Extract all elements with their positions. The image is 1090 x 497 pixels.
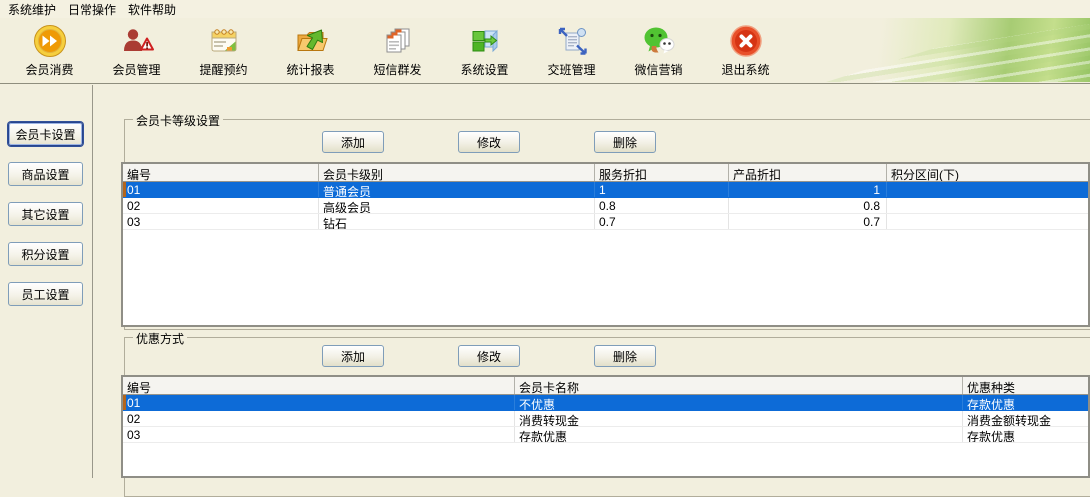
red-close-circle-icon bbox=[729, 24, 763, 58]
folder-green-arrow-icon bbox=[294, 24, 328, 58]
table-row[interactable]: 01不优惠存款优惠 bbox=[123, 395, 1088, 411]
table-cell: 高级会员 bbox=[319, 198, 595, 213]
table-cell: 0.8 bbox=[595, 198, 729, 213]
toolbar-item-label: 系统设置 bbox=[460, 61, 508, 78]
column-header[interactable]: 积分区间(下) bbox=[887, 164, 1088, 181]
table-cell: 02 bbox=[123, 198, 319, 213]
discount-modify-button[interactable]: 修改 bbox=[458, 345, 520, 367]
menu-item-system-maintenance[interactable]: 系统维护 bbox=[2, 0, 62, 19]
table-cell bbox=[887, 182, 1088, 197]
toolbar: 会员消费 会员管理 提醒预约 统计报表 短信群发 系统设置 交班管理 微信营销 退出系统 bbox=[0, 18, 1090, 84]
wechat-bubbles-icon bbox=[642, 24, 676, 58]
level-add-button[interactable]: 添加 bbox=[322, 131, 384, 153]
table-cell: 消费金额转现金 bbox=[963, 411, 1088, 426]
discount-method-table: 编号会员卡名称优惠种类01不优惠存款优惠02消费转现金消费金额转现金03存款优惠… bbox=[121, 375, 1090, 478]
person-warning-icon bbox=[120, 24, 154, 58]
table-row[interactable]: 02高级会员0.80.8 bbox=[123, 198, 1088, 214]
table-cell: 钻石 bbox=[319, 214, 595, 229]
toolbar-item-label: 退出系统 bbox=[721, 61, 769, 78]
table-header-row: 编号会员卡名称优惠种类 bbox=[123, 377, 1088, 395]
menu-bar: 系统维护日常操作软件帮助 bbox=[0, 0, 1090, 18]
message-stack-icon bbox=[381, 24, 415, 58]
table-cell: 1 bbox=[729, 182, 887, 197]
table-cell: 消费转现金 bbox=[515, 411, 963, 426]
menu-item-daily-operation[interactable]: 日常操作 bbox=[62, 0, 122, 19]
toolbar-item-stats-report[interactable]: 统计报表 bbox=[267, 18, 354, 82]
toolbar-item-label: 微信营销 bbox=[634, 61, 682, 78]
sidebar-item-other-settings[interactable]: 其它设置 bbox=[8, 202, 83, 226]
member-card-level-table: 编号会员卡级别服务折扣产品折扣积分区间(下)01普通会员1102高级会员0.80… bbox=[121, 162, 1090, 327]
toolbar-item-label: 会员管理 bbox=[112, 61, 160, 78]
table-row[interactable]: 03存款优惠存款优惠 bbox=[123, 427, 1088, 443]
toolbar-item-label: 提醒预约 bbox=[199, 61, 247, 78]
sidebar-item-staff-settings[interactable]: 员工设置 bbox=[8, 282, 83, 306]
table-cell: 02 bbox=[123, 411, 515, 426]
toolbar-item-system-settings[interactable]: 系统设置 bbox=[441, 18, 528, 82]
toolbar-item-member-consume[interactable]: 会员消费 bbox=[6, 18, 93, 82]
table-cell: 0.7 bbox=[729, 214, 887, 229]
toolbar-item-exit-system[interactable]: 退出系统 bbox=[702, 18, 789, 82]
toolbar-item-label: 统计报表 bbox=[286, 61, 334, 78]
notepad-reminder-icon bbox=[207, 24, 241, 58]
table-cell: 01 bbox=[123, 395, 515, 410]
column-header[interactable]: 编号 bbox=[123, 164, 319, 181]
table-cell: 1 bbox=[595, 182, 729, 197]
table-cell: 01 bbox=[123, 182, 319, 197]
table-row[interactable]: 02消费转现金消费金额转现金 bbox=[123, 411, 1088, 427]
fast-forward-gold-circle-icon bbox=[33, 24, 67, 58]
table-cell: 03 bbox=[123, 427, 515, 442]
sidebar-item-member-card-settings[interactable]: 会员卡设置 bbox=[8, 122, 83, 146]
table-cell: 普通会员 bbox=[319, 182, 595, 197]
discount-add-button[interactable]: 添加 bbox=[322, 345, 384, 367]
toolbar-item-shift-manage[interactable]: 交班管理 bbox=[528, 18, 615, 82]
sidebar-item-product-settings[interactable]: 商品设置 bbox=[8, 162, 83, 186]
table-cell: 存款优惠 bbox=[963, 427, 1088, 442]
table-cell bbox=[887, 214, 1088, 229]
table-cell: 0.8 bbox=[729, 198, 887, 213]
discount-delete-button[interactable]: 删除 bbox=[594, 345, 656, 367]
table-row[interactable]: 03钻石0.70.7 bbox=[123, 214, 1088, 230]
toolbar-item-label: 会员消费 bbox=[25, 61, 73, 78]
toolbar-item-label: 交班管理 bbox=[547, 61, 595, 78]
column-header[interactable]: 会员卡名称 bbox=[515, 377, 963, 394]
column-header[interactable]: 产品折扣 bbox=[729, 164, 887, 181]
table-header-row: 编号会员卡级别服务折扣产品折扣积分区间(下) bbox=[123, 164, 1088, 182]
table-cell: 0.7 bbox=[595, 214, 729, 229]
toolbar-item-label: 短信群发 bbox=[373, 61, 421, 78]
toolbar-item-member-manage[interactable]: 会员管理 bbox=[93, 18, 180, 82]
column-header[interactable]: 会员卡级别 bbox=[319, 164, 595, 181]
discount-method-group-title: 优惠方式 bbox=[133, 330, 187, 347]
table-cell: 03 bbox=[123, 214, 319, 229]
document-swap-arrows-icon bbox=[555, 24, 589, 58]
table-cell bbox=[887, 198, 1088, 213]
menu-item-software-help[interactable]: 软件帮助 bbox=[122, 0, 182, 19]
toolbar-item-remind-appointment[interactable]: 提醒预约 bbox=[180, 18, 267, 82]
table-cell: 不优惠 bbox=[515, 395, 963, 410]
green-cubes-arrow-icon bbox=[468, 24, 502, 58]
toolbar-item-sms-broadcast[interactable]: 短信群发 bbox=[354, 18, 441, 82]
table-row[interactable]: 01普通会员11 bbox=[123, 182, 1088, 198]
member-card-level-group-title: 会员卡等级设置 bbox=[133, 112, 223, 129]
level-modify-button[interactable]: 修改 bbox=[458, 131, 520, 153]
sidebar-divider bbox=[92, 85, 93, 478]
toolbar-item-wechat-marketing[interactable]: 微信营销 bbox=[615, 18, 702, 82]
table-cell: 存款优惠 bbox=[515, 427, 963, 442]
sidebar-item-points-settings[interactable]: 积分设置 bbox=[8, 242, 83, 266]
column-header[interactable]: 服务折扣 bbox=[595, 164, 729, 181]
column-header[interactable]: 编号 bbox=[123, 377, 515, 394]
level-delete-button[interactable]: 删除 bbox=[594, 131, 656, 153]
table-cell: 存款优惠 bbox=[963, 395, 1088, 410]
column-header[interactable]: 优惠种类 bbox=[963, 377, 1088, 394]
